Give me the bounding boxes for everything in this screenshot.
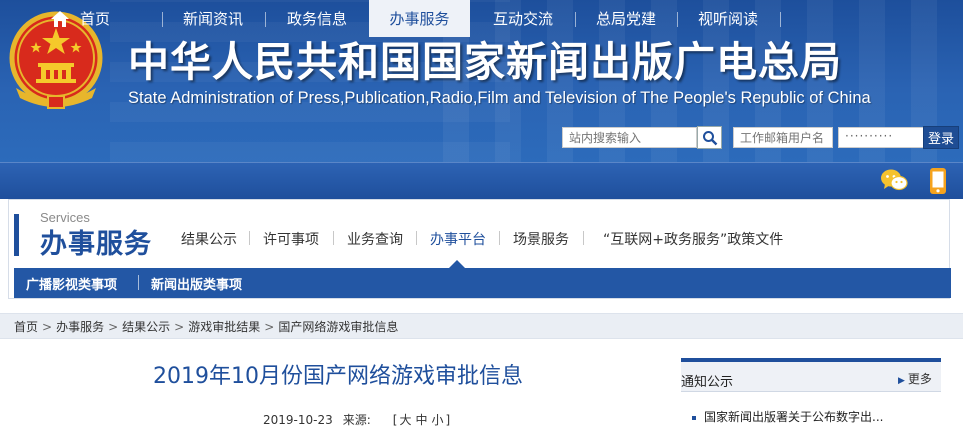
subnav-divider (138, 275, 139, 290)
services-link-platform[interactable]: 办事平台 (430, 229, 486, 249)
services-divider (499, 231, 500, 245)
sidebar-more-link[interactable]: ▶ 更多 (898, 370, 932, 387)
wechat-icon[interactable] (880, 167, 908, 193)
page: 中华人民共和国国家新闻出版广电总局 State Administration o… (0, 0, 963, 431)
email-username-field[interactable] (733, 127, 833, 148)
article-source-label: 来源: (342, 413, 371, 427)
sidebar-title: 通知公示 (681, 375, 734, 390)
services-link-query[interactable]: 业务查询 (347, 229, 403, 249)
nav-item-label: 互动交流 (492, 10, 553, 28)
breadcrumb-separator: > (108, 320, 119, 334)
services-divider (583, 231, 584, 245)
font-size-bracket-close: ] (445, 413, 451, 427)
services-link-permits[interactable]: 许可事项 (263, 229, 319, 249)
breadcrumb-current[interactable]: 国产网络游戏审批信息 (278, 320, 398, 334)
services-link-policy[interactable]: “互联网+政务服务”政策文件 (603, 229, 783, 249)
sidebar-list-item[interactable]: 国家新闻出版署关于公布数字出... (692, 408, 883, 425)
mobile-icon[interactable] (929, 167, 947, 195)
nav-item-media[interactable]: 视听阅读 (679, 0, 777, 37)
breadcrumb-link[interactable]: 结果公示 (122, 320, 170, 334)
nav-divider (677, 12, 678, 27)
breadcrumb-separator: > (174, 320, 185, 334)
nav-item-party[interactable]: 总局党建 (577, 0, 675, 37)
nav-divider (575, 12, 576, 27)
nav-item-label: 总局党建 (595, 10, 656, 28)
sidebar-more-label: 更多 (907, 372, 932, 386)
login-button[interactable]: 登录 (923, 126, 959, 149)
nav-item-gov-info[interactable]: 政务信息 (267, 0, 367, 37)
bullet-icon (692, 415, 696, 420)
nav-item-label: 办事服务 (389, 10, 450, 28)
search-icon (702, 130, 717, 145)
site-title: 中华人民共和国国家新闻出版广电总局 (128, 38, 842, 86)
article-title: 2019年10月份国产网络游戏审批信息 (153, 364, 523, 389)
nav-divider (780, 12, 781, 27)
nav-divider (265, 12, 266, 27)
services-divider (416, 231, 417, 245)
nav-item-news[interactable]: 新闻资讯 (164, 0, 262, 37)
services-divider (333, 231, 334, 245)
font-size-small-button[interactable]: 小 (432, 413, 444, 427)
password-field[interactable]: ·········· (838, 127, 926, 148)
nav-item-label: 新闻资讯 (182, 10, 243, 28)
article-date: 2019-10-23 (263, 413, 333, 427)
nav-item-label: 首页 (79, 10, 110, 28)
font-size-medium-button[interactable]: 中 (416, 413, 428, 427)
breadcrumb-link[interactable]: 首页 (14, 320, 38, 334)
search-input[interactable] (562, 127, 697, 148)
sidebar-item-label: 国家新闻出版署关于公布数字出... (704, 410, 884, 424)
nav-item-label: 政务信息 (286, 10, 347, 28)
services-divider (249, 231, 250, 245)
nav-item-home[interactable]: 首页 (0, 0, 160, 37)
breadcrumb-separator: > (42, 320, 53, 334)
search-button[interactable] (697, 126, 722, 149)
article-meta: 2019-10-23 来源: [大中小] (263, 411, 450, 428)
nav-item-services[interactable]: 办事服务 (369, 0, 470, 37)
nav-item-interaction[interactable]: 互动交流 (472, 0, 574, 37)
breadcrumb-link[interactable]: 办事服务 (56, 320, 104, 334)
home-icon (50, 10, 69, 27)
services-link-scenarios[interactable]: 场景服务 (513, 229, 569, 249)
subnav-item-publishing[interactable]: 新闻出版类事项 (151, 268, 242, 298)
font-size-large-button[interactable]: 大 (399, 413, 411, 427)
breadcrumb-link[interactable]: 游戏审批结果 (188, 320, 260, 334)
services-accent-bar (14, 214, 19, 256)
nav-divider (162, 12, 163, 27)
subnav-item-broadcast[interactable]: 广播影视类事项 (26, 268, 117, 298)
services-link-results[interactable]: 结果公示 (181, 229, 237, 249)
triangle-right-icon: ▶ (898, 376, 905, 386)
font-size-bracket-open: [ (392, 413, 398, 427)
site-subtitle-en: State Administration of Press,Publicatio… (128, 89, 871, 107)
active-pointer-icon (449, 260, 465, 268)
nav-item-label: 视听阅读 (697, 10, 758, 28)
services-title: 办事服务 (40, 229, 152, 260)
main-nav (0, 162, 963, 199)
breadcrumb-separator: > (264, 320, 275, 334)
breadcrumb: 首页 > 办事服务 > 结果公示 > 游戏审批结果 > 国产网络游戏审批信息 (14, 318, 398, 335)
